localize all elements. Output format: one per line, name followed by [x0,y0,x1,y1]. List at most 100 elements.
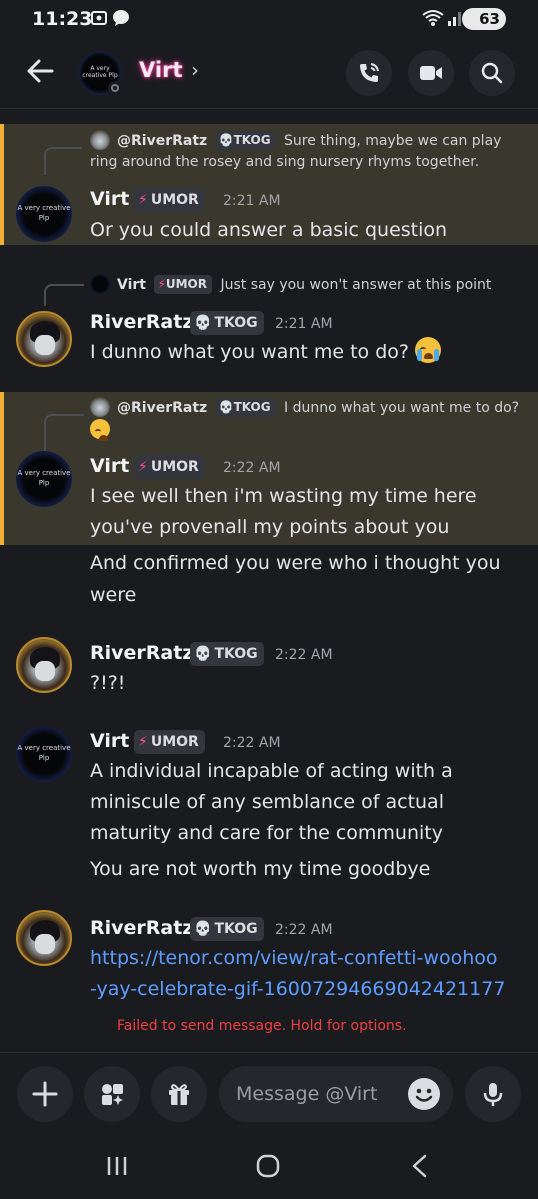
nav-back-icon[interactable] [408,1153,432,1183]
author-name[interactable]: RiverRatz [90,311,193,333]
avatar[interactable]: A very creative Plp [16,451,72,507]
chat-header: A very creative Plp Virt › [0,38,538,109]
phone-call-icon [360,63,379,82]
avatar[interactable] [16,637,72,693]
status-time: 11:23 [32,8,93,30]
apps-button[interactable] [84,1066,140,1122]
reply-preview[interactable]: @RiverRatz 💀TKOG I dunno what you want m… [117,398,519,417]
timestamp: 2:21 AM [275,316,333,332]
message-text: miniscule of any semblance of actual [90,791,444,813]
role-tag[interactable]: ⚡ UMOR [134,455,205,479]
timestamp: 2:21 AM [223,193,281,209]
chevron-right-icon[interactable]: › [191,58,199,82]
message-text: I see well then i'm wasting my time here [90,485,477,507]
crying-emoji-icon [90,419,110,441]
reply-avatar [90,130,110,150]
video-icon [420,66,442,80]
timestamp: 2:22 AM [275,647,333,663]
role-tag[interactable]: 💀 TKOG [190,642,264,666]
video-call-button[interactable] [408,50,454,96]
message-text: I dunno what you want me to do? [90,337,442,368]
reply-tag: TKOG [233,400,271,414]
reply-tag: UMOR [165,277,208,291]
role-tag[interactable]: ⚡ UMOR [134,188,205,212]
message-text: Or you could answer a basic question [90,219,448,241]
author-name[interactable]: Virt [90,730,129,752]
chat-bubble-icon [112,9,130,27]
back-arrow-icon[interactable] [24,54,58,88]
emoji-icon[interactable] [408,1078,440,1110]
gift-icon [169,1084,189,1105]
role-tag-label: UMOR [150,192,199,208]
failed-message-notice[interactable]: Failed to send message. Hold for options… [117,1018,407,1034]
role-tag-label: UMOR [150,459,199,475]
voice-message-button[interactable] [465,1066,521,1122]
reply-emoji [90,419,110,441]
role-tag[interactable]: 💀 TKOG [190,917,264,941]
role-tag[interactable]: 💀 TKOG [190,311,264,335]
system-nav-bar [0,1136,538,1199]
reply-preview[interactable]: Virt ⚡UMOR Just say you won't answer at … [117,275,491,294]
recents-icon[interactable] [105,1154,129,1182]
timestamp: 2:22 AM [223,460,281,476]
reply-connector [44,284,84,306]
author-name[interactable]: Virt [90,455,129,477]
author-name[interactable]: Virt [90,188,129,210]
message-composer [0,1052,538,1137]
gif-link[interactable]: -yay-celebrate-gif-16007294669042421177 [90,974,505,1005]
reply-text: Sure thing, maybe we can play [284,133,502,149]
screenshot-icon [90,9,108,27]
role-tag-label: TKOG [214,921,258,937]
avatar-text: A very creative Plp [82,65,118,79]
search-button[interactable] [469,50,515,96]
reply-text-2: ring around the rosey and sing nursery r… [90,154,480,170]
avatar-text: A very creative Plp [17,744,71,762]
role-tag[interactable]: ⚡ UMOR [134,730,205,754]
search-icon [481,62,503,84]
avatar-text: A very creative Plp [17,204,71,222]
reply-connector [44,147,82,175]
avatar-text: A very creative Plp [17,469,71,487]
role-tag-label: TKOG [214,646,258,662]
role-tag-label: UMOR [150,734,199,750]
lightning-icon: ⚡ [138,734,148,750]
author-name[interactable]: RiverRatz [90,917,193,939]
avatar[interactable]: A very creative Plp [16,726,72,782]
reply-tag: TKOG [233,133,271,147]
channel-title[interactable]: Virt [139,58,182,82]
wifi-icon [420,9,446,27]
gift-button[interactable] [151,1066,207,1122]
avatar[interactable] [16,311,72,367]
message-text: ?!?! [90,672,126,694]
reply-avatar [90,397,110,417]
gif-link[interactable]: https://tenor.com/view/rat-confetti-wooh… [90,943,498,974]
skull-icon: 💀 [218,400,234,414]
voice-call-button[interactable] [346,50,392,96]
home-icon[interactable] [255,1153,281,1183]
battery-indicator: 63 [462,8,506,30]
attach-button[interactable] [17,1066,73,1122]
skull-icon: 💀 [218,133,234,147]
timestamp: 2:22 AM [275,922,333,938]
message-text: And confirmed you were who i thought you [90,552,501,574]
reply-author: @RiverRatz [117,133,208,149]
message-text-content: I dunno what you want me to do? [90,341,409,363]
message-text: A individual incapable of acting with a [90,760,453,782]
author-name[interactable]: RiverRatz [90,642,193,664]
plus-icon [32,1081,58,1107]
skull-icon: 💀 [194,921,212,937]
reply-preview[interactable]: @RiverRatz 💀TKOG Sure thing, maybe we ca… [117,131,501,150]
avatar[interactable]: A very creative Plp [16,186,72,242]
message-text: were [90,584,137,606]
lightning-icon: ⚡ [138,459,148,475]
role-tag-label: TKOG [214,315,258,331]
avatar[interactable] [16,910,72,966]
status-bar: 11:23 63 [0,0,538,38]
skull-icon: 💀 [194,646,212,662]
reply-text: Just say you won't answer at this point [220,277,492,293]
apps-icon [102,1084,123,1105]
offline-status-icon [108,81,122,95]
avatar[interactable]: A very creative Plp [78,51,122,95]
reply-text: I dunno what you want me to do? [284,400,520,416]
microphone-icon [483,1083,503,1106]
